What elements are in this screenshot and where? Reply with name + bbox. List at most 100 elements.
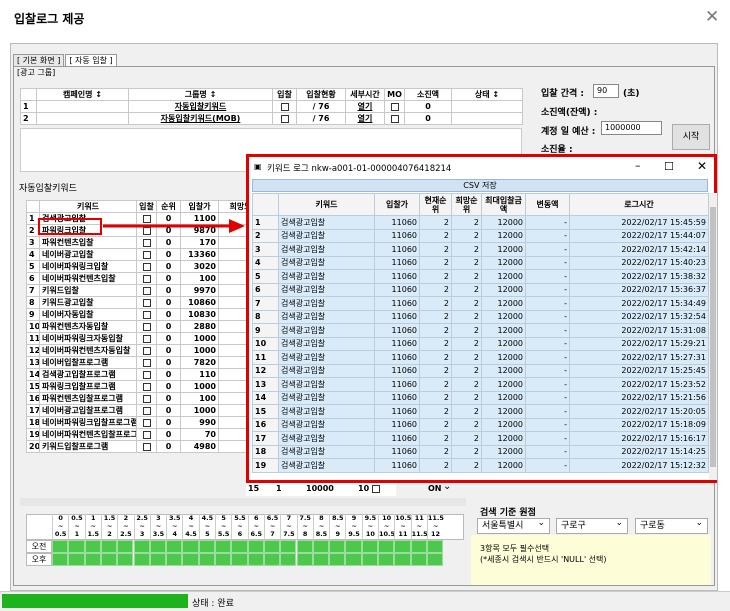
- pm-slot[interactable]: [361, 553, 378, 566]
- pm-slot[interactable]: [84, 553, 101, 566]
- keyword-name[interactable]: 파워컨텐츠입찰프로그램: [39, 392, 137, 405]
- am-slot[interactable]: [394, 540, 411, 553]
- log-row[interactable]: 15 검색광고입찰 11060 2 2 12000-2022/02/17 15:20:05: [252, 404, 709, 419]
- bid-checkbox[interactable]: [280, 114, 289, 123]
- keyword-name[interactable]: 네이버광고입찰: [39, 248, 137, 261]
- table-row[interactable]: 8 키워드광고입찰 0 10860: [26, 296, 263, 309]
- keyword-name[interactable]: 네이버파워컨텐츠자동입찰: [39, 344, 137, 357]
- pm-slot[interactable]: [133, 553, 150, 566]
- bid-checkbox[interactable]: [142, 310, 151, 319]
- am-slot[interactable]: [329, 540, 346, 553]
- am-slot[interactable]: [215, 540, 232, 553]
- pm-slot[interactable]: [198, 553, 215, 566]
- am-slot[interactable]: [52, 540, 69, 553]
- mo-checkbox[interactable]: [390, 114, 399, 123]
- city-select[interactable]: 서울특별시: [477, 516, 550, 534]
- pm-slot[interactable]: [247, 553, 264, 566]
- log-row[interactable]: 19 검색광고입찰 11060 2 2 12000-2022/02/17 15:12:32: [252, 458, 709, 473]
- bid-checkbox[interactable]: [142, 394, 151, 403]
- am-slot[interactable]: [263, 540, 281, 553]
- row-20-checkbox[interactable]: [372, 485, 380, 493]
- table-row[interactable]: 2 자동입찰키워드(MOB)/ 76 열기 0: [20, 112, 523, 125]
- close-icon[interactable]: ✕: [705, 7, 719, 27]
- pm-slot[interactable]: [182, 553, 199, 566]
- dong-select[interactable]: 구로동: [635, 516, 708, 534]
- log-row[interactable]: 3 검색광고입찰 11060 2 2 12000-2022/02/17 15:42:14: [252, 242, 709, 257]
- table-row[interactable]: 10 파워컨텐츠자동입찰 0 2880: [26, 320, 263, 333]
- pm-slot[interactable]: [100, 553, 118, 566]
- table-row[interactable]: 11 네이버파워링크자동입찰 0 1000: [26, 332, 263, 345]
- table-row[interactable]: 18 네이버파워링크입찰프로그램 0 990: [26, 416, 263, 429]
- bid-checkbox[interactable]: [142, 274, 151, 283]
- am-slot[interactable]: [166, 540, 183, 553]
- log-row[interactable]: 6 검색광고입찰 11060 2 2 12000-2022/02/17 15:36:37: [252, 282, 709, 297]
- log-row[interactable]: 18 검색광고입찰 11060 2 2 12000-2022/02/17 15:14:25: [252, 444, 709, 459]
- table-row[interactable]: 14 검색광고입찰프로그램 0 110: [26, 368, 263, 381]
- bid-checkbox[interactable]: [142, 250, 151, 259]
- keyword-name[interactable]: 키워드입찰: [39, 284, 137, 297]
- col-log-time[interactable]: 로그시간: [569, 193, 709, 216]
- keyword-name[interactable]: 네이버파워컨텐츠입찰프로그램: [39, 428, 137, 441]
- col-keyword[interactable]: 키워드: [39, 200, 137, 213]
- keyword-name[interactable]: 키워드입찰프로그램: [39, 440, 137, 453]
- pm-slot[interactable]: [68, 553, 85, 566]
- pm-slot[interactable]: [215, 553, 232, 566]
- time-open-link[interactable]: 열기: [345, 100, 385, 113]
- keyword-name[interactable]: 네이버파워링크입찰: [39, 260, 137, 273]
- mo-checkbox[interactable]: [390, 102, 399, 111]
- time-open-link[interactable]: 열기: [345, 112, 385, 125]
- bid-checkbox[interactable]: [142, 418, 151, 427]
- am-slot[interactable]: [426, 540, 444, 553]
- keyword-name[interactable]: 네이버파워컨텐츠입찰: [39, 272, 137, 285]
- start-button[interactable]: 시작: [672, 124, 710, 150]
- col-log-max-bid[interactable]: 최대입찰금액: [481, 193, 526, 216]
- bid-checkbox[interactable]: [142, 382, 151, 391]
- bid-checkbox[interactable]: [142, 346, 151, 355]
- table-row[interactable]: 1 자동입찰키워드/ 76 열기 0: [20, 100, 523, 113]
- col-group[interactable]: 그룹명 ↕: [128, 88, 273, 101]
- table-row[interactable]: 6 네이버파워컨텐츠입찰 0 100: [26, 272, 263, 285]
- log-row[interactable]: 8 검색광고입찰 11060 2 2 12000-2022/02/17 15:32:54: [252, 309, 709, 324]
- am-slot[interactable]: [84, 540, 101, 553]
- pm-slot[interactable]: [149, 553, 167, 566]
- am-slot[interactable]: [345, 540, 362, 553]
- table-row[interactable]: 9 네이버자동입찰 0 10830: [26, 308, 263, 321]
- am-slot[interactable]: [410, 540, 427, 553]
- am-slot[interactable]: [133, 540, 150, 553]
- am-slot[interactable]: [182, 540, 199, 553]
- pm-slot[interactable]: [117, 553, 134, 566]
- pm-slot[interactable]: [378, 553, 395, 566]
- keyword-name[interactable]: 네이버입찰프로그램: [39, 356, 137, 369]
- log-row[interactable]: 9 검색광고입찰 11060 2 2 12000-2022/02/17 15:31:08: [252, 323, 709, 338]
- pm-slot[interactable]: [394, 553, 411, 566]
- pm-slot[interactable]: [280, 553, 297, 566]
- log-row[interactable]: 2 검색광고입찰 11060 2 2 12000-2022/02/17 15:44:07: [252, 228, 709, 243]
- bid-checkbox[interactable]: [142, 358, 151, 367]
- table-row[interactable]: 16 파워컨텐츠입찰프로그램 0 100: [26, 392, 263, 405]
- keyword-name[interactable]: 네이버자동입찰: [39, 308, 137, 321]
- group-name[interactable]: 자동입찰키워드: [128, 100, 273, 113]
- bid-checkbox[interactable]: [142, 442, 151, 451]
- am-slot[interactable]: [280, 540, 297, 553]
- bid-checkbox[interactable]: [142, 430, 151, 439]
- pm-slot[interactable]: [52, 553, 69, 566]
- keyword-name[interactable]: 파워링크입찰프로그램: [39, 380, 137, 393]
- vertical-scrollbar[interactable]: [709, 193, 717, 480]
- bid-checkbox[interactable]: [142, 370, 151, 379]
- keyword-name[interactable]: 네이버광고입찰프로그램: [39, 404, 137, 417]
- am-slot[interactable]: [198, 540, 215, 553]
- am-slot[interactable]: [100, 540, 118, 553]
- table-row[interactable]: 13 네이버입찰프로그램 0 7820: [26, 356, 263, 369]
- bid-checkbox[interactable]: [142, 334, 151, 343]
- bid-checkbox[interactable]: [142, 322, 151, 331]
- keyword-name[interactable]: 파워컨텐츠자동입찰: [39, 320, 137, 333]
- horizontal-scrollbar[interactable]: [20, 498, 466, 506]
- minimize-icon[interactable]: –: [635, 159, 641, 172]
- interval-input[interactable]: 90: [593, 84, 619, 98]
- pm-slot[interactable]: [345, 553, 362, 566]
- scroll-thumb[interactable]: [710, 207, 716, 467]
- bid-checkbox[interactable]: [142, 298, 151, 307]
- table-row[interactable]: 7 키워드입찰 0 9970: [26, 284, 263, 297]
- am-slot[interactable]: [117, 540, 134, 553]
- log-row[interactable]: 4 검색광고입찰 11060 2 2 12000-2022/02/17 15:40:23: [252, 255, 709, 270]
